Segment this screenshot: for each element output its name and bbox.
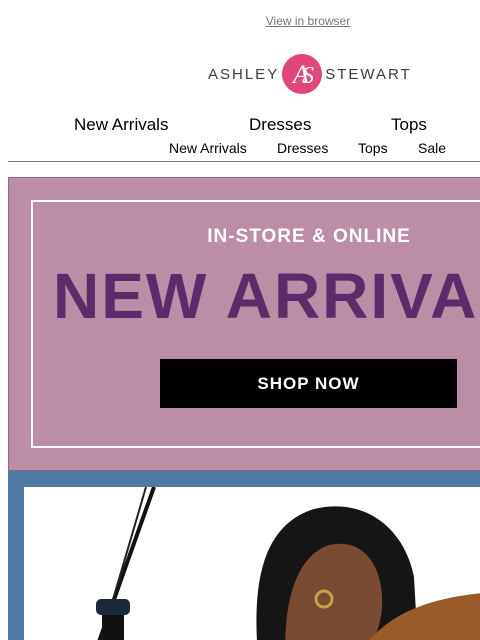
subnav-tops[interactable]: Tops: [358, 140, 388, 156]
banner-eyebrow: IN-STORE & ONLINE: [207, 226, 411, 247]
nav-new-arrivals[interactable]: New Arrivals: [74, 115, 168, 135]
hero-image-banner[interactable]: [8, 471, 480, 640]
secondary-nav: New Arrivals Dresses Tops Sale: [0, 140, 480, 158]
subnav-new-arrivals[interactable]: New Arrivals: [169, 140, 247, 156]
subnav-dresses[interactable]: Dresses: [277, 140, 328, 156]
logo-mark-icon: A S: [282, 54, 323, 94]
view-in-browser-link[interactable]: View in browser: [0, 14, 480, 28]
model-photo: [24, 487, 480, 640]
brand-logo[interactable]: ASHLEY A S STEWART: [208, 52, 412, 96]
svg-text:S: S: [302, 63, 314, 89]
shop-now-button[interactable]: SHOP NOW: [160, 359, 457, 408]
new-arrivals-banner[interactable]: IN-STORE & ONLINE NEW ARRIVALS SHOP NOW: [8, 177, 480, 471]
logo-text-left: ASHLEY: [208, 65, 280, 83]
model-photo-illustration: [96, 487, 480, 640]
primary-nav: New Arrivals Dresses Tops: [0, 115, 480, 135]
logo-text-right: STEWART: [325, 65, 412, 83]
subnav-sale[interactable]: Sale: [418, 140, 446, 156]
nav-dresses[interactable]: Dresses: [249, 115, 311, 135]
banner-title: NEW ARRIVALS: [53, 260, 480, 332]
nav-divider: [8, 161, 480, 162]
nav-tops[interactable]: Tops: [391, 115, 427, 135]
